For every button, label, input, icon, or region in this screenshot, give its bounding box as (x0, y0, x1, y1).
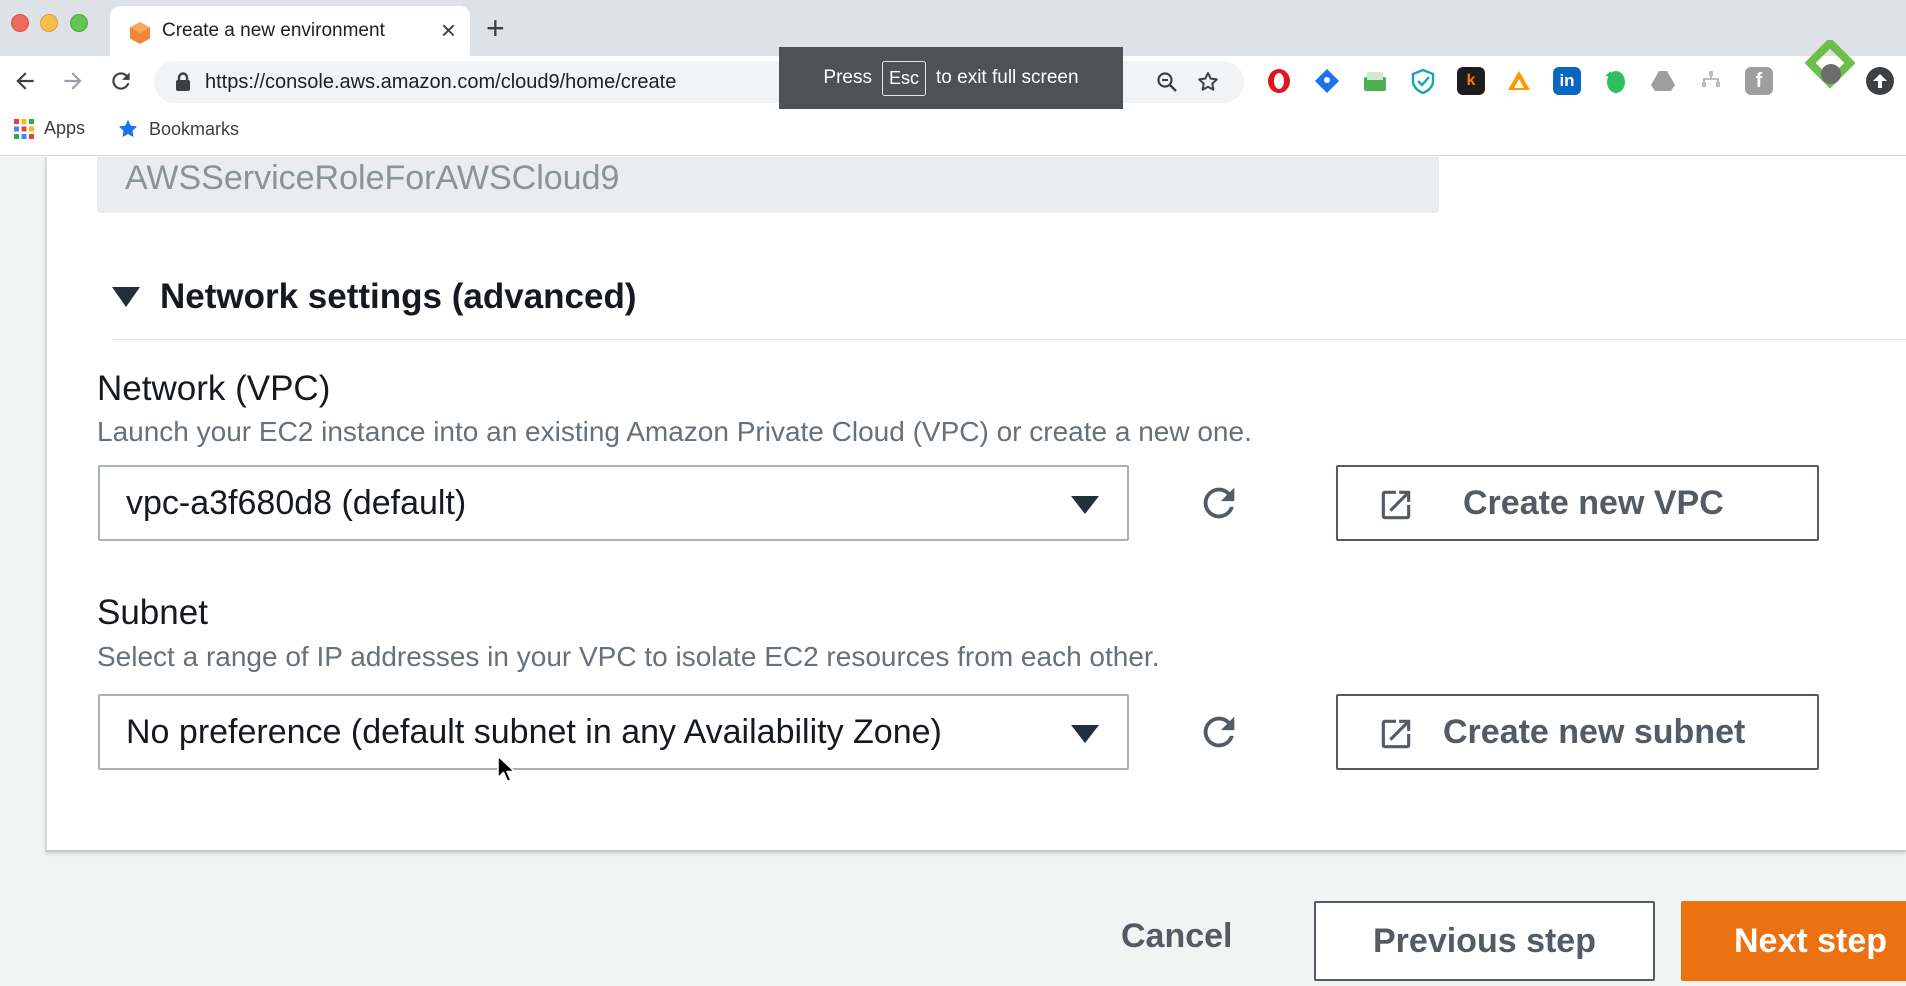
caret-down-icon (1071, 496, 1099, 514)
external-link-icon (1381, 490, 1411, 520)
inbox-icon[interactable] (1361, 67, 1389, 95)
vpc-refresh-icon[interactable] (1194, 478, 1244, 528)
service-role-value: AWSServiceRoleForAWSCloud9 (125, 159, 620, 197)
reload-icon[interactable] (104, 64, 138, 98)
evernote-icon[interactable] (1601, 67, 1629, 95)
esc-key-badge: Esc (881, 60, 926, 96)
create-new-vpc-label: Create new VPC (1463, 484, 1724, 522)
subnet-select-value: No preference (default subnet in any Ava… (126, 713, 942, 751)
subnet-description: Select a range of IP addresses in your V… (97, 641, 1160, 672)
new-tab-plus-icon[interactable]: + (486, 12, 505, 44)
bookmarks-bar: Apps Bookmarks (0, 106, 1906, 156)
create-new-subnet-button[interactable]: Create new subnet (1336, 694, 1819, 770)
fullscreen-notice: Press Esc to exit full screen (779, 47, 1123, 109)
cancel-button[interactable]: Cancel (1121, 911, 1233, 961)
vpc-label: Network (VPC) (97, 369, 331, 408)
window-close-button[interactable] (11, 14, 29, 32)
bookmark-bookmarks-label: Bookmarks (149, 118, 240, 139)
bookmark-apps[interactable]: Apps (14, 118, 85, 139)
tab-close-icon[interactable]: × (441, 16, 456, 44)
previous-step-label: Previous step (1373, 922, 1596, 960)
create-new-vpc-button[interactable]: Create new VPC (1336, 465, 1819, 541)
page-content: AWSServiceRoleForAWSCloud9 Network setti… (0, 157, 1906, 986)
bookmark-bookmarks[interactable]: Bookmarks (117, 118, 239, 140)
vpc-description: Launch your EC2 instance into an existin… (97, 416, 1252, 447)
subnet-label: Subnet (97, 593, 208, 632)
fullscreen-notice-suffix: to exit full screen (936, 67, 1079, 88)
browser-tab-active[interactable]: Create a new environment × (110, 6, 470, 56)
url-text: https://console.aws.amazon.com/cloud9/ho… (205, 71, 677, 93)
vpc-select-value: vpc-a3f680d8 (default) (126, 484, 467, 522)
tree-icon[interactable] (1697, 67, 1725, 95)
bookmark-star-icon[interactable] (1195, 69, 1221, 95)
apps-grid-icon (14, 118, 34, 139)
lock-icon (176, 72, 190, 91)
forward-arrow-icon[interactable] (56, 64, 90, 98)
facebook-icon[interactable]: f (1745, 67, 1773, 95)
k-icon[interactable]: k (1457, 67, 1485, 95)
next-step-button[interactable]: Next step (1681, 901, 1906, 981)
section-divider (112, 339, 1906, 340)
fullscreen-notice-prefix: Press (823, 67, 872, 88)
triangle-icon[interactable] (1505, 67, 1533, 95)
back-arrow-icon[interactable] (8, 64, 42, 98)
feedly-icon[interactable] (1805, 40, 1855, 96)
external-link-icon (1381, 719, 1411, 749)
next-step-label: Next step (1734, 922, 1888, 960)
star-icon (118, 119, 138, 138)
subnet-select[interactable]: No preference (default subnet in any Ava… (98, 694, 1129, 770)
linkedin-icon[interactable]: in (1553, 67, 1581, 95)
bitwarden-icon[interactable] (1313, 67, 1341, 95)
tab-title: Create a new environment (162, 20, 385, 41)
subnet-refresh-icon[interactable] (1194, 707, 1244, 757)
section-title: Network settings (advanced) (160, 277, 637, 316)
update-arrow-icon[interactable] (1866, 67, 1894, 95)
vpc-select[interactable]: vpc-a3f680d8 (default) (98, 465, 1129, 541)
service-role-field: AWSServiceRoleForAWSCloud9 (97, 157, 1439, 213)
drive-icon[interactable] (1649, 67, 1677, 95)
caret-down-icon (1071, 725, 1099, 743)
mouse-cursor-icon (497, 755, 516, 783)
settings-card: AWSServiceRoleForAWSCloud9 Network setti… (45, 157, 1906, 852)
bookmark-apps-label: Apps (44, 118, 86, 138)
shield-icon[interactable] (1409, 67, 1437, 95)
window-zoom-button[interactable] (70, 14, 88, 32)
create-new-subnet-label: Create new subnet (1443, 713, 1746, 751)
previous-step-button[interactable]: Previous step (1314, 901, 1655, 981)
aws-cloud9-favicon-icon (130, 22, 150, 44)
window-minimize-button[interactable] (40, 14, 58, 32)
network-settings-toggle[interactable]: Network settings (advanced) (112, 277, 637, 317)
zoom-magnifier-icon[interactable] (1154, 69, 1180, 95)
caret-down-icon (112, 287, 140, 307)
opera-icon[interactable] (1265, 67, 1293, 95)
